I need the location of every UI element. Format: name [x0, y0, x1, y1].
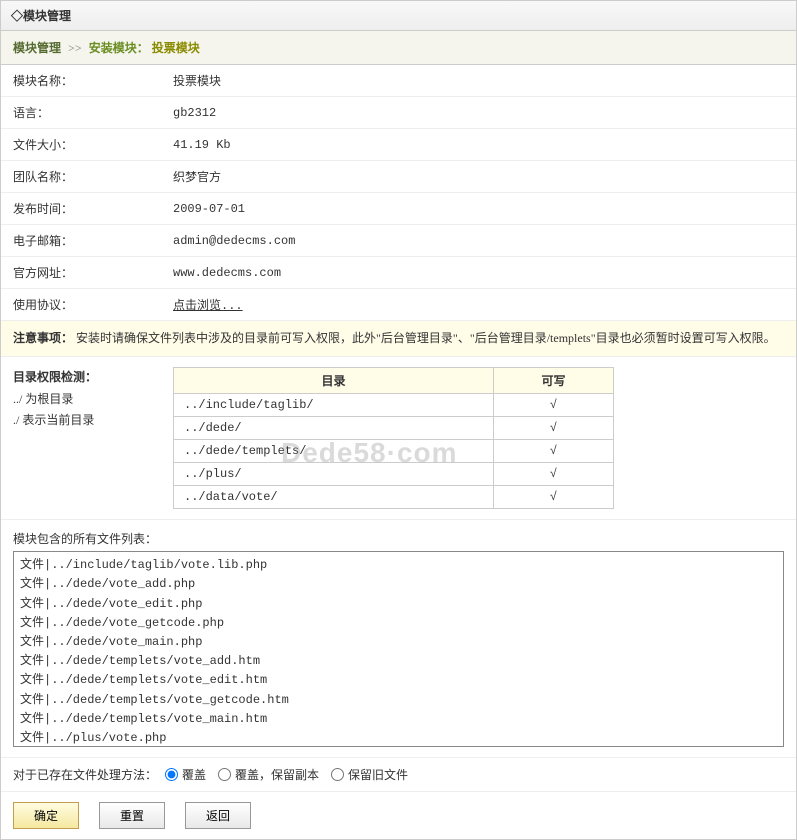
dir-row: ../include/taglib/√	[174, 394, 614, 417]
info-value: 织梦官方	[161, 161, 796, 193]
reset-button[interactable]: 重置	[99, 802, 165, 829]
button-row: 确定 重置 返回	[1, 791, 796, 839]
breadcrumb-install: 安装模块：	[89, 41, 149, 55]
breadcrumb: 模块管理 >> 安装模块： 投票模块	[0, 31, 797, 65]
info-value: admin@dedecms.com	[161, 225, 796, 257]
info-value: 投票模块	[161, 65, 796, 97]
handle-option[interactable]: 覆盖	[165, 766, 206, 783]
info-label: 团队名称：	[1, 161, 161, 193]
notice-label: 注意事项：	[13, 331, 73, 345]
info-value: 41.19 Kb	[161, 129, 796, 161]
dir-row: ../data/vote/√	[174, 486, 614, 509]
page-header: ◇模块管理	[0, 0, 797, 31]
file-line: 文件|../dede/templets/vote_add.htm	[20, 652, 777, 671]
dir-check-note1: ../ 为根目录	[13, 389, 153, 411]
handle-row: 对于已存在文件处理方法： 覆盖 覆盖，保留副本 保留旧文件	[1, 757, 796, 791]
handle-option[interactable]: 覆盖，保留副本	[218, 766, 319, 783]
info-label: 文件大小：	[1, 129, 161, 161]
dir-row: ../plus/√	[174, 463, 614, 486]
info-row: 发布时间：2009-07-01	[1, 193, 796, 225]
notice-row: 注意事项： 安装时请确保文件列表中涉及的目录前可写入权限，此外"后台管理目录"、…	[1, 321, 796, 357]
dir-row: ../dede/√	[174, 417, 614, 440]
dir-check-table: 目录 可写 ../include/taglib/√../dede/√../ded…	[173, 367, 614, 509]
dir-check-note2: ./ 表示当前目录	[13, 410, 153, 432]
info-row: 团队名称：织梦官方	[1, 161, 796, 193]
handle-option-label: 保留旧文件	[348, 766, 408, 783]
file-line: 文件|../dede/vote_main.php	[20, 633, 777, 652]
info-row: 语言：gb2312	[1, 97, 796, 129]
breadcrumb-module: 投票模块	[152, 41, 200, 55]
page-title: ◇模块管理	[11, 9, 71, 23]
file-line: 文件|../include/taglib/vote.lib.php	[20, 556, 777, 575]
dir-writable: √	[494, 440, 614, 463]
breadcrumb-sep: >>	[68, 41, 82, 55]
dir-header-dir: 目录	[174, 368, 494, 394]
handle-radio[interactable]	[165, 768, 178, 781]
info-row: 模块名称：投票模块	[1, 65, 796, 97]
dir-header-write: 可写	[494, 368, 614, 394]
file-line: 文件|../dede/vote_add.php	[20, 575, 777, 594]
info-row: 文件大小：41.19 Kb	[1, 129, 796, 161]
notice-text: 安装时请确保文件列表中涉及的目录前可写入权限，此外"后台管理目录"、"后台管理目…	[76, 331, 776, 345]
dir-writable: √	[494, 486, 614, 509]
handle-option[interactable]: 保留旧文件	[331, 766, 408, 783]
file-line: 文件|../dede/templets/vote_main.htm	[20, 710, 777, 729]
info-row: 官方网址：www.dedecms.com	[1, 257, 796, 289]
file-line: 文件|../dede/vote_getcode.php	[20, 614, 777, 633]
dir-check-section: 目录权限检测： ../ 为根目录 ./ 表示当前目录 目录 可写 ../incl…	[1, 357, 796, 520]
file-line: 文件|../plus/vote.php	[20, 729, 777, 747]
info-label: 使用协议：	[1, 289, 161, 321]
info-value: gb2312	[161, 97, 796, 129]
dir-row: ../dede/templets/√	[174, 440, 614, 463]
dir-path: ../dede/	[174, 417, 494, 440]
handle-label: 对于已存在文件处理方法：	[13, 766, 157, 783]
info-label: 发布时间：	[1, 193, 161, 225]
info-label: 官方网址：	[1, 257, 161, 289]
files-label: 模块包含的所有文件列表：	[1, 520, 796, 551]
handle-option-label: 覆盖，保留副本	[235, 766, 319, 783]
ok-button[interactable]: 确定	[13, 802, 79, 829]
info-value: www.dedecms.com	[161, 257, 796, 289]
dir-writable: √	[494, 417, 614, 440]
file-line: 文件|../dede/templets/vote_edit.htm	[20, 671, 777, 690]
handle-radio-group: 覆盖 覆盖，保留副本 保留旧文件	[165, 766, 408, 783]
info-label: 模块名称：	[1, 65, 161, 97]
info-row: 电子邮箱：admin@dedecms.com	[1, 225, 796, 257]
file-line: 文件|../dede/vote_edit.php	[20, 595, 777, 614]
dir-check-legend: 目录权限检测： ../ 为根目录 ./ 表示当前目录	[13, 367, 153, 509]
handle-option-label: 覆盖	[182, 766, 206, 783]
dir-writable: √	[494, 463, 614, 486]
dir-writable: √	[494, 394, 614, 417]
handle-radio[interactable]	[218, 768, 231, 781]
dir-path: ../dede/templets/	[174, 440, 494, 463]
info-row: 使用协议：点击浏览...	[1, 289, 796, 321]
dir-path: ../plus/	[174, 463, 494, 486]
handle-radio[interactable]	[331, 768, 344, 781]
info-label: 电子邮箱：	[1, 225, 161, 257]
dir-path: ../data/vote/	[174, 486, 494, 509]
files-listbox[interactable]: 文件|../include/taglib/vote.lib.php文件|../d…	[13, 551, 784, 747]
dir-path: ../include/taglib/	[174, 394, 494, 417]
info-table: 模块名称：投票模块语言：gb2312文件大小：41.19 Kb团队名称：织梦官方…	[1, 65, 796, 321]
breadcrumb-link[interactable]: 模块管理	[13, 41, 61, 55]
info-value[interactable]: 点击浏览...	[161, 289, 796, 321]
back-button[interactable]: 返回	[185, 802, 251, 829]
info-value: 2009-07-01	[161, 193, 796, 225]
info-label: 语言：	[1, 97, 161, 129]
file-line: 文件|../dede/templets/vote_getcode.htm	[20, 691, 777, 710]
dir-check-title: 目录权限检测：	[13, 367, 153, 389]
